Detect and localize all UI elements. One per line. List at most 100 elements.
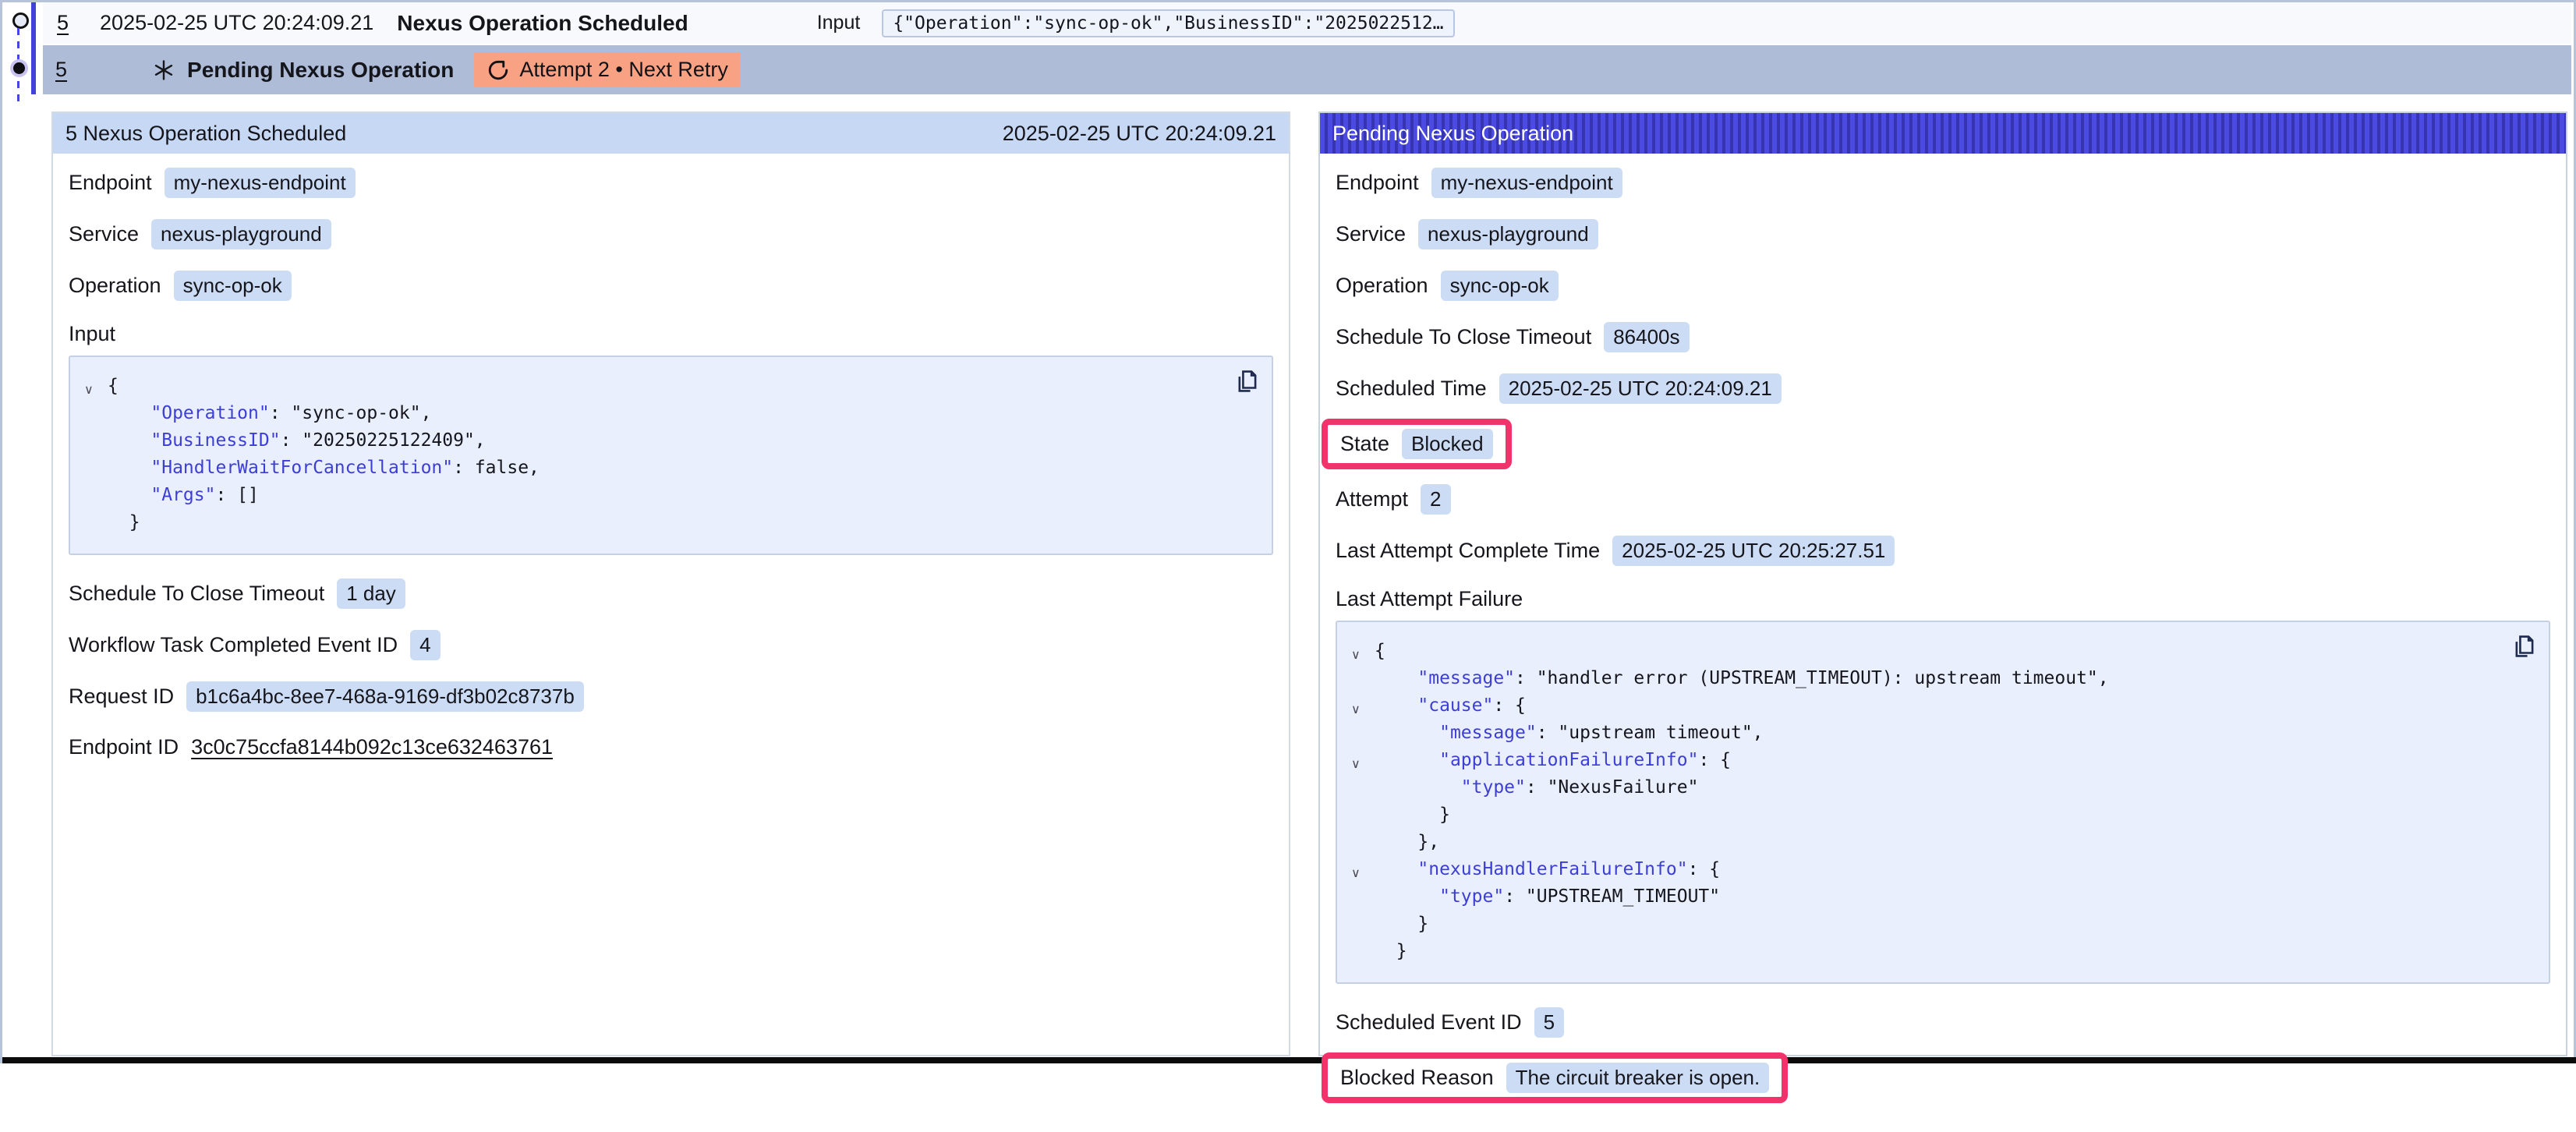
section-label-input: Input xyxy=(69,322,1273,346)
collapse-chevron-icon[interactable]: ∨ xyxy=(1351,696,1361,723)
field-value-schedule-to-close-timeout: 86400s xyxy=(1604,322,1689,352)
event-time: 2025-02-25 UTC 20:24:09.21 xyxy=(100,11,373,35)
field-row-blocked-reason: Blocked Reason The circuit breaker is ope… xyxy=(1336,1059,2550,1097)
code-line: } xyxy=(1375,938,2533,965)
event-id-link[interactable]: 5 xyxy=(57,11,69,35)
code-line: }, xyxy=(1375,829,2533,856)
annotation-highlight-blocked-reason: Blocked Reason The circuit breaker is ope… xyxy=(1322,1052,1788,1103)
collapse-chevron-icon[interactable]: ∨ xyxy=(1351,642,1361,669)
json-key: "BusinessID" xyxy=(150,430,280,451)
timeline-current-marker-icon xyxy=(13,62,25,74)
field-value-operation: sync-op-ok xyxy=(174,271,292,301)
field-value-endpoint: my-nexus-endpoint xyxy=(1431,168,1622,198)
code-line: "BusinessID": "20250225122409", xyxy=(108,427,1256,455)
code-line: ∨{ xyxy=(108,373,1256,400)
field-label: Workflow Task Completed Event ID xyxy=(69,633,398,657)
code-line: ∨ "applicationFailureInfo": { xyxy=(1375,747,2533,774)
json-key: "applicationFailureInfo" xyxy=(1439,750,1698,770)
field-value-schedule-to-close-timeout: 1 day xyxy=(337,578,405,609)
event-row-scheduled[interactable]: 5 2025-02-25 UTC 20:24:09.21 Nexus Opera… xyxy=(43,2,2571,44)
code-line: ∨ "nexusHandlerFailureInfo": { xyxy=(1375,856,2533,883)
field-value-scheduled-event-id: 5 xyxy=(1534,1007,1564,1038)
field-row-last-attempt-complete-time: Last Attempt Complete Time 2025-02-25 UTC… xyxy=(1336,536,2550,566)
field-value-service: nexus-playground xyxy=(151,219,331,249)
field-row-attempt: Attempt 2 xyxy=(1336,484,2550,515)
json-key: "Args" xyxy=(150,485,215,505)
pending-operation-detail-panel: Pending Nexus Operation Endpoint my-nexus… xyxy=(1318,111,2567,1056)
window-bottom-edge xyxy=(2,1057,2576,1063)
field-label: Operation xyxy=(69,274,161,298)
field-label: Endpoint xyxy=(1336,171,1419,195)
field-row-request-id: Request IDb1c6a4bc-8ee7-468a-9169-df3b02… xyxy=(69,681,1273,712)
field-row-endpoint: Endpoint my-nexus-endpoint xyxy=(1336,168,2550,198)
timeline-rail xyxy=(2,2,43,1063)
field-label: Last Attempt Complete Time xyxy=(1336,539,1600,563)
field-row-endpoint-id: Endpoint ID 3c0c75ccfa8144b092c13ce632463… xyxy=(69,733,1273,762)
field-value-attempt: 2 xyxy=(1421,484,1450,515)
field-row-endpoint: Endpoint my-nexus-endpoint xyxy=(69,168,1273,198)
event-title: Nexus Operation Scheduled xyxy=(397,11,688,36)
json-key: "HandlerWaitForCancellation" xyxy=(150,458,453,478)
field-label: Request ID xyxy=(69,685,174,709)
json-key: "Operation" xyxy=(150,403,269,423)
pending-panel-header: Pending Nexus Operation xyxy=(1320,113,2566,154)
field-label: Endpoint xyxy=(69,171,152,195)
field-value-workflow-task-completed-event-id: 4 xyxy=(410,630,440,660)
code-line: "type": "NexusFailure" xyxy=(1375,774,2533,801)
code-line: "message": "handler error (UPSTREAM_TIME… xyxy=(1375,665,2533,692)
scheduled-event-detail-panel: 5 Nexus Operation Scheduled 2025-02-25 U… xyxy=(51,111,1290,1056)
field-label: Service xyxy=(1336,222,1406,246)
event-input-preview[interactable]: {"Operation":"sync-op-ok","BusinessID":"… xyxy=(882,9,1454,37)
scheduled-panel-time: 2025-02-25 UTC 20:24:09.21 xyxy=(1003,122,1276,146)
field-value-last-attempt-complete-time: 2025-02-25 UTC 20:25:27.51 xyxy=(1612,536,1895,566)
field-row-schedule-to-close-timeout: Schedule To Close Timeout 1 day xyxy=(69,578,1273,609)
collapse-chevron-icon[interactable]: ∨ xyxy=(1351,751,1361,778)
field-label: Endpoint ID xyxy=(69,735,179,759)
event-row-pending[interactable]: 5 Pending Nexus Operation Attempt 2 • Ne… xyxy=(43,45,2571,94)
scheduled-panel-title: 5 Nexus Operation Scheduled xyxy=(65,122,346,146)
scheduled-panel-body: Endpoint my-nexus-endpoint Service nexus-pl… xyxy=(53,154,1289,797)
field-value-state: Blocked xyxy=(1402,429,1493,459)
field-row-schedule-to-close-timeout: Schedule To Close Timeout86400s xyxy=(1336,322,2550,352)
json-key: "message" xyxy=(1417,668,1515,688)
field-row-service: Servicenexus-playground xyxy=(1336,219,2550,249)
code-line: "message": "upstream timeout", xyxy=(1375,720,2533,747)
field-value-endpoint: my-nexus-endpoint xyxy=(165,168,356,198)
field-value-scheduled-time: 2025-02-25 UTC 20:24:09.21 xyxy=(1499,373,1782,404)
field-label: Operation xyxy=(1336,274,1428,298)
field-value-operation: sync-op-ok xyxy=(1441,271,1559,301)
field-value-blocked-reason: The circuit breaker is open. xyxy=(1506,1063,1770,1093)
section-label-last-attempt-failure: Last Attempt Failure xyxy=(1336,587,2550,611)
json-key: "nexusHandlerFailureInfo" xyxy=(1417,859,1687,879)
field-label: Blocked Reason xyxy=(1340,1066,1494,1090)
field-row-scheduled-time: Scheduled Time2025-02-25 UTC 20:24:09.21 xyxy=(1336,373,2550,404)
field-label: Attempt xyxy=(1336,487,1408,511)
field-value-endpoint-id[interactable]: 3c0c75ccfa8144b092c13ce632463761 xyxy=(191,735,553,759)
json-key: "type" xyxy=(1461,777,1526,798)
collapse-chevron-icon[interactable]: ∨ xyxy=(1351,860,1361,887)
timeline-open-marker-icon xyxy=(12,12,29,29)
pending-panel-title: Pending Nexus Operation xyxy=(1332,122,1573,146)
code-line: "Args": [] xyxy=(108,482,1256,509)
field-row-workflow-task-completed-event-id: Workflow Task Completed Event ID 4 xyxy=(69,630,1273,660)
field-label: Schedule To Close Timeout xyxy=(69,582,324,606)
code-line: } xyxy=(1375,801,2533,829)
collapse-chevron-icon[interactable]: ∨ xyxy=(84,377,94,404)
retry-icon xyxy=(487,58,510,82)
json-key: "cause" xyxy=(1417,695,1493,716)
code-line: ∨{ xyxy=(1375,638,2533,665)
code-line: } xyxy=(1375,911,2533,938)
retry-attempt-badge: Attempt 2 • Next Retry xyxy=(474,52,741,87)
retry-badge-label: Attempt 2 • Next Retry xyxy=(519,58,728,82)
field-label: Service xyxy=(69,222,139,246)
field-row-scheduled-event-id: Scheduled Event ID5 xyxy=(1336,1007,2550,1038)
code-line: "HandlerWaitForCancellation": false, xyxy=(108,455,1256,482)
code-line: ∨ "cause": { xyxy=(1375,692,2533,720)
annotation-highlight-state: State Blocked xyxy=(1322,419,1512,469)
code-line: "Operation": "sync-op-ok", xyxy=(108,400,1256,427)
code-line: "type": "UPSTREAM_TIMEOUT" xyxy=(1375,883,2533,911)
input-json-block: ∨{ "Operation": "sync-op-ok", "BusinessI… xyxy=(69,356,1273,555)
json-key: "type" xyxy=(1439,886,1504,907)
event-id-link[interactable]: 5 xyxy=(55,58,67,82)
field-label: State xyxy=(1340,432,1389,456)
